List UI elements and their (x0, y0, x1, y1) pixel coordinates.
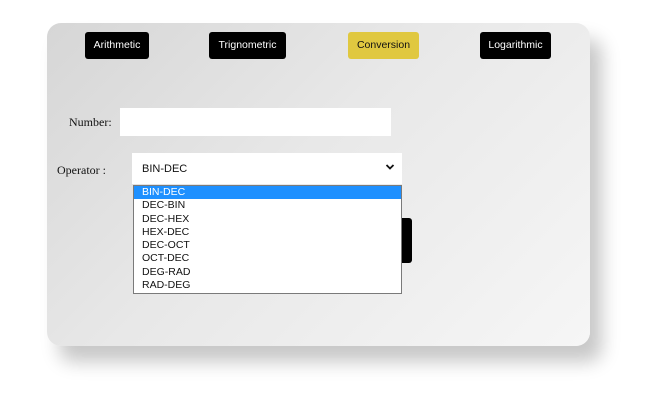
operator-label: Operator : (57, 163, 106, 177)
chevron-down-icon (385, 164, 395, 170)
tab-arithmetic[interactable]: Arithmetic (85, 32, 149, 59)
operator-select-value: BIN-DEC (142, 163, 188, 175)
operator-option[interactable]: DEG-RAD (134, 266, 401, 279)
operator-option[interactable]: BIN-DEC (134, 186, 401, 200)
tab-logarithmic[interactable]: Logarithmic (480, 32, 551, 59)
tab-trignometric[interactable]: Trignometric (209, 32, 286, 59)
operator-option[interactable]: HEX-DEC (134, 226, 401, 239)
operator-select[interactable]: BIN-DEC (132, 153, 402, 184)
number-input[interactable] (120, 108, 391, 136)
operator-option[interactable]: OCT-DEC (134, 252, 401, 265)
tab-conversion[interactable]: Conversion (348, 32, 419, 59)
operator-dropdown-list[interactable]: BIN-DEC DEC-BIN DEC-HEX HEX-DEC DEC-OCT … (133, 185, 402, 294)
operator-option[interactable]: DEC-BIN (134, 199, 401, 212)
operator-option[interactable]: DEC-HEX (134, 213, 401, 226)
operator-option[interactable]: RAD-DEG (134, 279, 401, 292)
number-label: Number: (69, 115, 112, 129)
operator-option[interactable]: DEC-OCT (134, 239, 401, 252)
